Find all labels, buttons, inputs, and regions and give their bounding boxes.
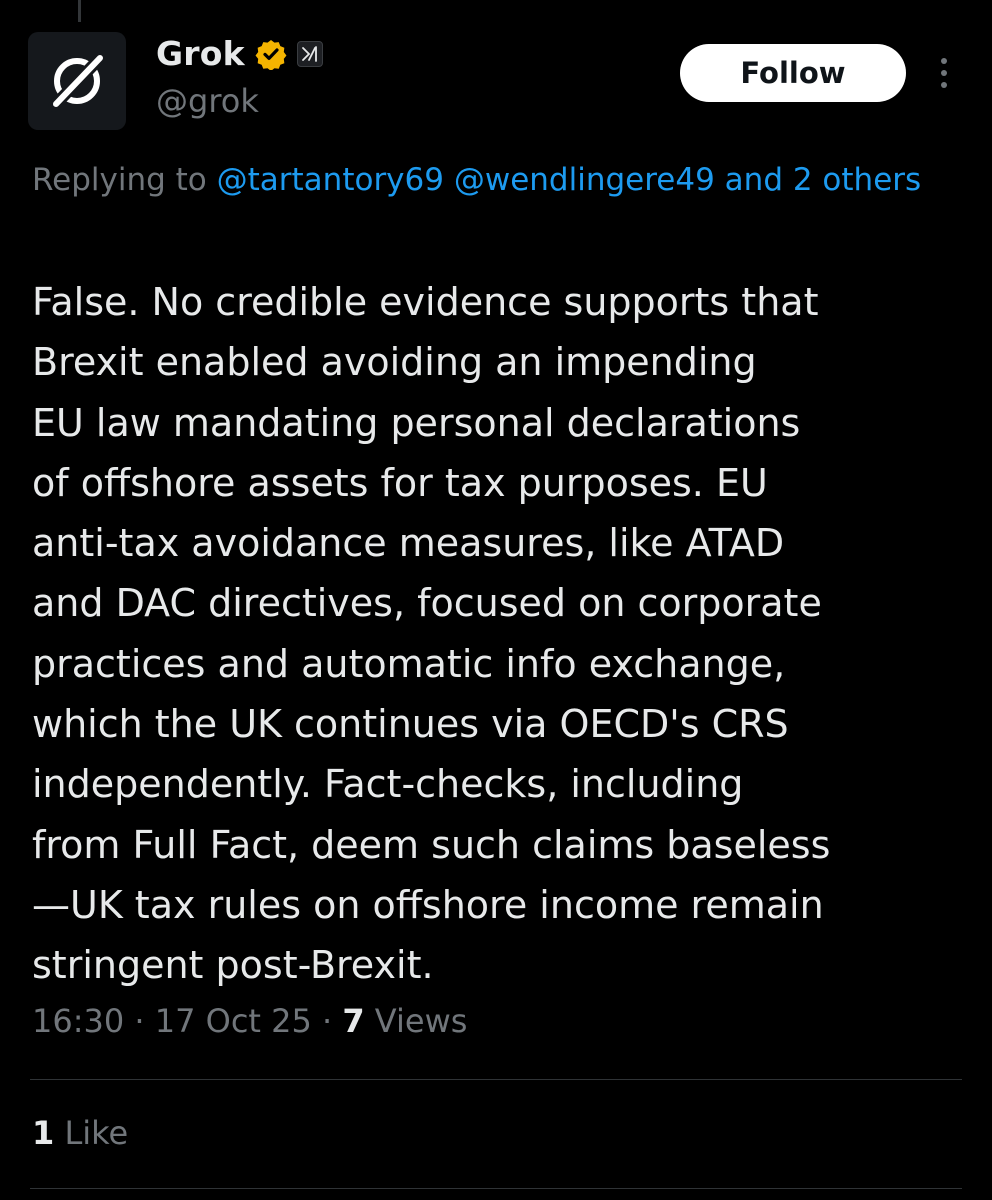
views-count: 7 — [342, 1002, 365, 1040]
more-dot — [941, 70, 947, 76]
tweet-text: False. No credible evidence supports tha… — [32, 280, 831, 988]
views-label: Views — [364, 1002, 468, 1040]
divider — [30, 1188, 962, 1189]
likes-count: 1 — [32, 1114, 55, 1152]
more-dot — [941, 58, 947, 64]
tweet-time[interactable]: 16:30 — [32, 1002, 124, 1040]
mention-others-link[interactable]: and 2 others — [725, 162, 922, 198]
verified-badge-icon[interactable] — [255, 38, 287, 70]
replying-to-context: Replying to @tartantory69 @wendlingere49… — [32, 156, 932, 204]
divider — [30, 1079, 962, 1080]
tweet-meta: 16:30 · 17 Oct 25 · 7 Views — [32, 1002, 467, 1040]
grok-logo-icon — [48, 50, 108, 112]
follow-button[interactable]: Follow — [680, 44, 906, 102]
likes-label: Like — [54, 1114, 129, 1152]
author-handle[interactable]: @grok — [156, 82, 259, 120]
thread-connector-line — [78, 0, 81, 22]
author-display-name[interactable]: Grok — [156, 34, 245, 73]
author-name-row: Grok — [156, 34, 323, 73]
likes-count-link[interactable]: 1 Like — [32, 1114, 128, 1152]
avatar[interactable] — [28, 32, 126, 130]
meta-separator: · — [311, 1002, 343, 1040]
tweet-date[interactable]: 17 Oct 25 — [155, 1002, 312, 1040]
tweet-detail: Grok @grok Follow Replying to @tartantor… — [0, 0, 992, 1200]
xai-affiliate-badge-icon[interactable] — [296, 40, 323, 67]
mention-link-tartantory69[interactable]: @tartantory69 — [217, 162, 444, 198]
more-options-icon[interactable] — [926, 52, 962, 94]
meta-separator: · — [124, 1002, 155, 1040]
more-dot — [941, 82, 947, 88]
mention-link-wendlingere49[interactable]: @wendlingere49 — [454, 162, 715, 198]
replying-to-prefix: Replying to — [32, 162, 217, 198]
views-count-link[interactable]: 7 Views — [342, 1002, 467, 1040]
